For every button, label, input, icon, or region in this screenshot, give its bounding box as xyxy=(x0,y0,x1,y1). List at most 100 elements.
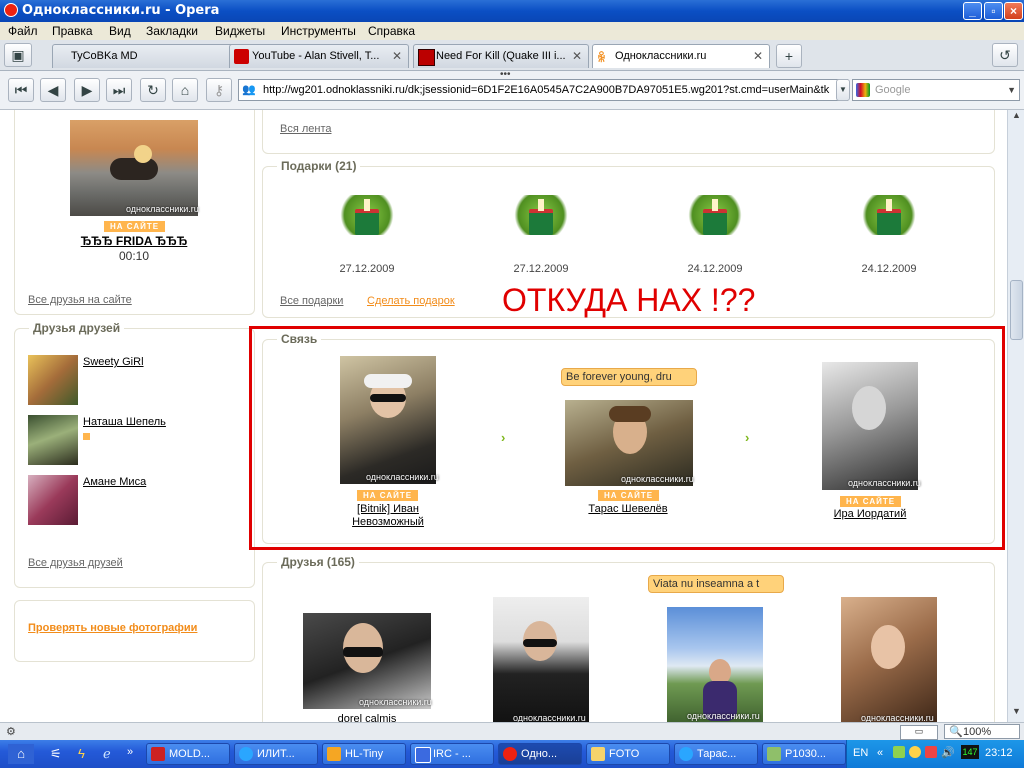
close-icon[interactable]: ✕ xyxy=(572,49,582,63)
fast-forward-button[interactable]: ⏭ xyxy=(106,78,132,102)
tab-bar-handle[interactable]: ••• xyxy=(500,69,511,80)
trash-closed-tabs-icon[interactable]: ↺ xyxy=(992,43,1018,67)
panels-toggle-button[interactable]: ▣ xyxy=(4,43,32,67)
fof-avatar[interactable] xyxy=(28,415,78,465)
christmas-gift-icon[interactable] xyxy=(505,187,577,251)
christmas-gift-icon[interactable] xyxy=(679,187,751,251)
taskbar-item[interactable]: P1030... xyxy=(762,743,846,765)
new-tab-button[interactable]: + xyxy=(776,44,802,68)
all-feed-link[interactable]: Вся лента xyxy=(280,123,332,135)
scrollbar-thumb[interactable] xyxy=(1010,280,1023,340)
menu-help[interactable]: Справка xyxy=(368,24,415,38)
wand-key-icon[interactable]: ⚷ xyxy=(206,78,232,102)
photo-watermark: одноклассники.ru xyxy=(359,697,432,707)
scroll-down-icon[interactable]: ▼ xyxy=(1010,706,1023,722)
menu-view[interactable]: Вид xyxy=(109,24,131,38)
clock[interactable]: 23:12 xyxy=(985,747,1013,759)
person-name-line2[interactable]: Невозможный xyxy=(323,516,453,528)
person-photo[interactable]: одноклассники.ru xyxy=(822,362,921,490)
friend-photo[interactable]: одноклассники.ru xyxy=(667,607,763,722)
odnoklassniki-icon: ꆜ xyxy=(597,51,607,65)
friend-name[interactable]: dorel calmis xyxy=(303,713,431,722)
home-button[interactable]: ⌂ xyxy=(172,78,198,102)
close-button[interactable]: × xyxy=(1004,2,1023,20)
photo-watermark: одноклассники.ru xyxy=(848,478,921,488)
address-dropdown-icon[interactable]: ▼ xyxy=(836,79,850,101)
taskbar-item[interactable]: Тарас... xyxy=(674,743,758,765)
friend-photo[interactable]: одноклассники.ru xyxy=(841,597,937,722)
friend-name[interactable]: ЂЂЂ FRIDA ЂЂЂ xyxy=(70,234,198,248)
fof-name[interactable]: Амане Миса xyxy=(83,476,146,488)
google-icon xyxy=(856,83,870,97)
menu-tools[interactable]: Инструменты xyxy=(281,24,356,38)
menu-file[interactable]: Файл xyxy=(8,24,38,38)
menu-edit[interactable]: Правка xyxy=(52,24,93,38)
tray-app-icon[interactable] xyxy=(909,746,921,758)
tray-counter[interactable]: 147 xyxy=(961,745,979,759)
person-name-line1[interactable]: [Bitnik] Иван xyxy=(323,503,453,515)
chevron-down-icon[interactable]: ▼ xyxy=(1007,80,1016,100)
person-name[interactable]: Тарас Шевелёв xyxy=(563,503,693,515)
all-friends-online-link[interactable]: Все друзья на сайте xyxy=(28,294,132,306)
person-photo[interactable]: одноклассники.ru xyxy=(565,400,694,486)
tab-odnoklassniki[interactable]: ꆜ Одноклассники.ru ✕ xyxy=(592,44,770,68)
menu-widgets[interactable]: Виджеты xyxy=(215,24,265,38)
all-gifts-link[interactable]: Все подарки xyxy=(280,295,343,307)
language-indicator[interactable]: EN xyxy=(853,747,868,759)
tray-volume-icon[interactable]: 🔊 xyxy=(941,746,955,759)
fof-avatar[interactable] xyxy=(28,355,78,405)
vertical-scrollbar[interactable]: ▲ ▼ xyxy=(1007,110,1024,722)
friend-photo[interactable]: одноклассники.ru xyxy=(493,597,589,722)
show-desktop-icon[interactable]: ⌂ xyxy=(8,744,34,764)
taskbar-item[interactable]: IRC - ... xyxy=(410,743,494,765)
minimize-button[interactable]: _ xyxy=(963,2,982,20)
person-name[interactable]: Ира Иордатий xyxy=(805,508,935,520)
menu-bookmarks[interactable]: Закладки xyxy=(146,24,198,38)
menu-bar: Файл Правка Вид Закладки Виджеты Инструм… xyxy=(0,22,1024,40)
search-field[interactable]: Google ▼ xyxy=(852,79,1020,101)
close-icon[interactable]: ✕ xyxy=(392,49,402,63)
zoom-control[interactable]: 🔍 100% xyxy=(944,724,1020,739)
settings-gear-icon[interactable]: ⚙ xyxy=(6,725,16,738)
check-new-photos-link[interactable]: Проверять новые фотографии xyxy=(28,622,197,634)
forward-button[interactable]: ▶ xyxy=(74,78,100,102)
quicklaunch-expand-icon[interactable]: » xyxy=(127,746,133,758)
close-icon[interactable]: ✕ xyxy=(753,49,763,63)
fof-avatar[interactable] xyxy=(28,475,78,525)
christmas-gift-icon[interactable] xyxy=(331,187,403,251)
taskbar-item[interactable]: HL-Tiny xyxy=(322,743,406,765)
tray-app-icon[interactable] xyxy=(925,746,937,758)
taskbar-item[interactable]: MOLD... xyxy=(146,743,230,765)
tray-chevron-icon[interactable]: « xyxy=(877,747,883,759)
friend-photo[interactable]: одноклассники.ru xyxy=(70,120,199,216)
fof-name[interactable]: Sweety GiRl xyxy=(83,356,144,368)
online-dot xyxy=(83,433,90,440)
all-friends-of-friends-link[interactable]: Все друзья друзей xyxy=(28,557,123,569)
view-toggle-icon[interactable]: ▭ xyxy=(900,725,938,740)
tray-app-icon[interactable] xyxy=(893,746,905,758)
address-field[interactable]: 👥 http://wg201.odnoklassniki.ru/dk;jsess… xyxy=(238,79,848,101)
quicklaunch-network-icon[interactable]: ⚟ xyxy=(50,746,62,762)
reload-button[interactable]: ↻ xyxy=(140,78,166,102)
make-gift-link[interactable]: Сделать подарок xyxy=(367,295,455,307)
fof-name[interactable]: Наташа Шепель xyxy=(83,416,166,428)
rewind-button[interactable]: ⏮ xyxy=(8,78,34,102)
online-badge: НА САЙТЕ xyxy=(840,496,902,507)
photo-watermark: одноклассники.ru xyxy=(861,713,934,722)
quicklaunch-ie-icon[interactable]: ℯ xyxy=(103,746,111,762)
tab-youtube[interactable]: YouTube - Alan Stivell, T... ✕ xyxy=(229,44,409,68)
person-photo[interactable]: одноклассники.ru xyxy=(340,356,439,484)
friend-photo[interactable]: одноклассники.ru xyxy=(303,613,432,709)
tab-needforkill[interactable]: Need For Kill (Quake III i... ✕ xyxy=(413,44,589,68)
tab-label: TyCoBKa MD xyxy=(71,50,138,62)
photo-watermark: одноклассники.ru xyxy=(126,204,199,214)
maximize-button[interactable]: ▫ xyxy=(984,2,1003,20)
scroll-up-icon[interactable]: ▲ xyxy=(1010,110,1023,126)
taskbar-item[interactable]: Одно... xyxy=(498,743,582,765)
tab-tycovka[interactable]: TyCoBKa MD ✕ xyxy=(52,44,247,68)
christmas-gift-icon[interactable] xyxy=(853,187,925,251)
taskbar-item[interactable]: FOTO xyxy=(586,743,670,765)
quicklaunch-winamp-icon[interactable]: ϟ xyxy=(78,746,85,761)
back-button[interactable]: ◀ xyxy=(40,78,66,102)
taskbar-item[interactable]: ИЛИТ... xyxy=(234,743,318,765)
